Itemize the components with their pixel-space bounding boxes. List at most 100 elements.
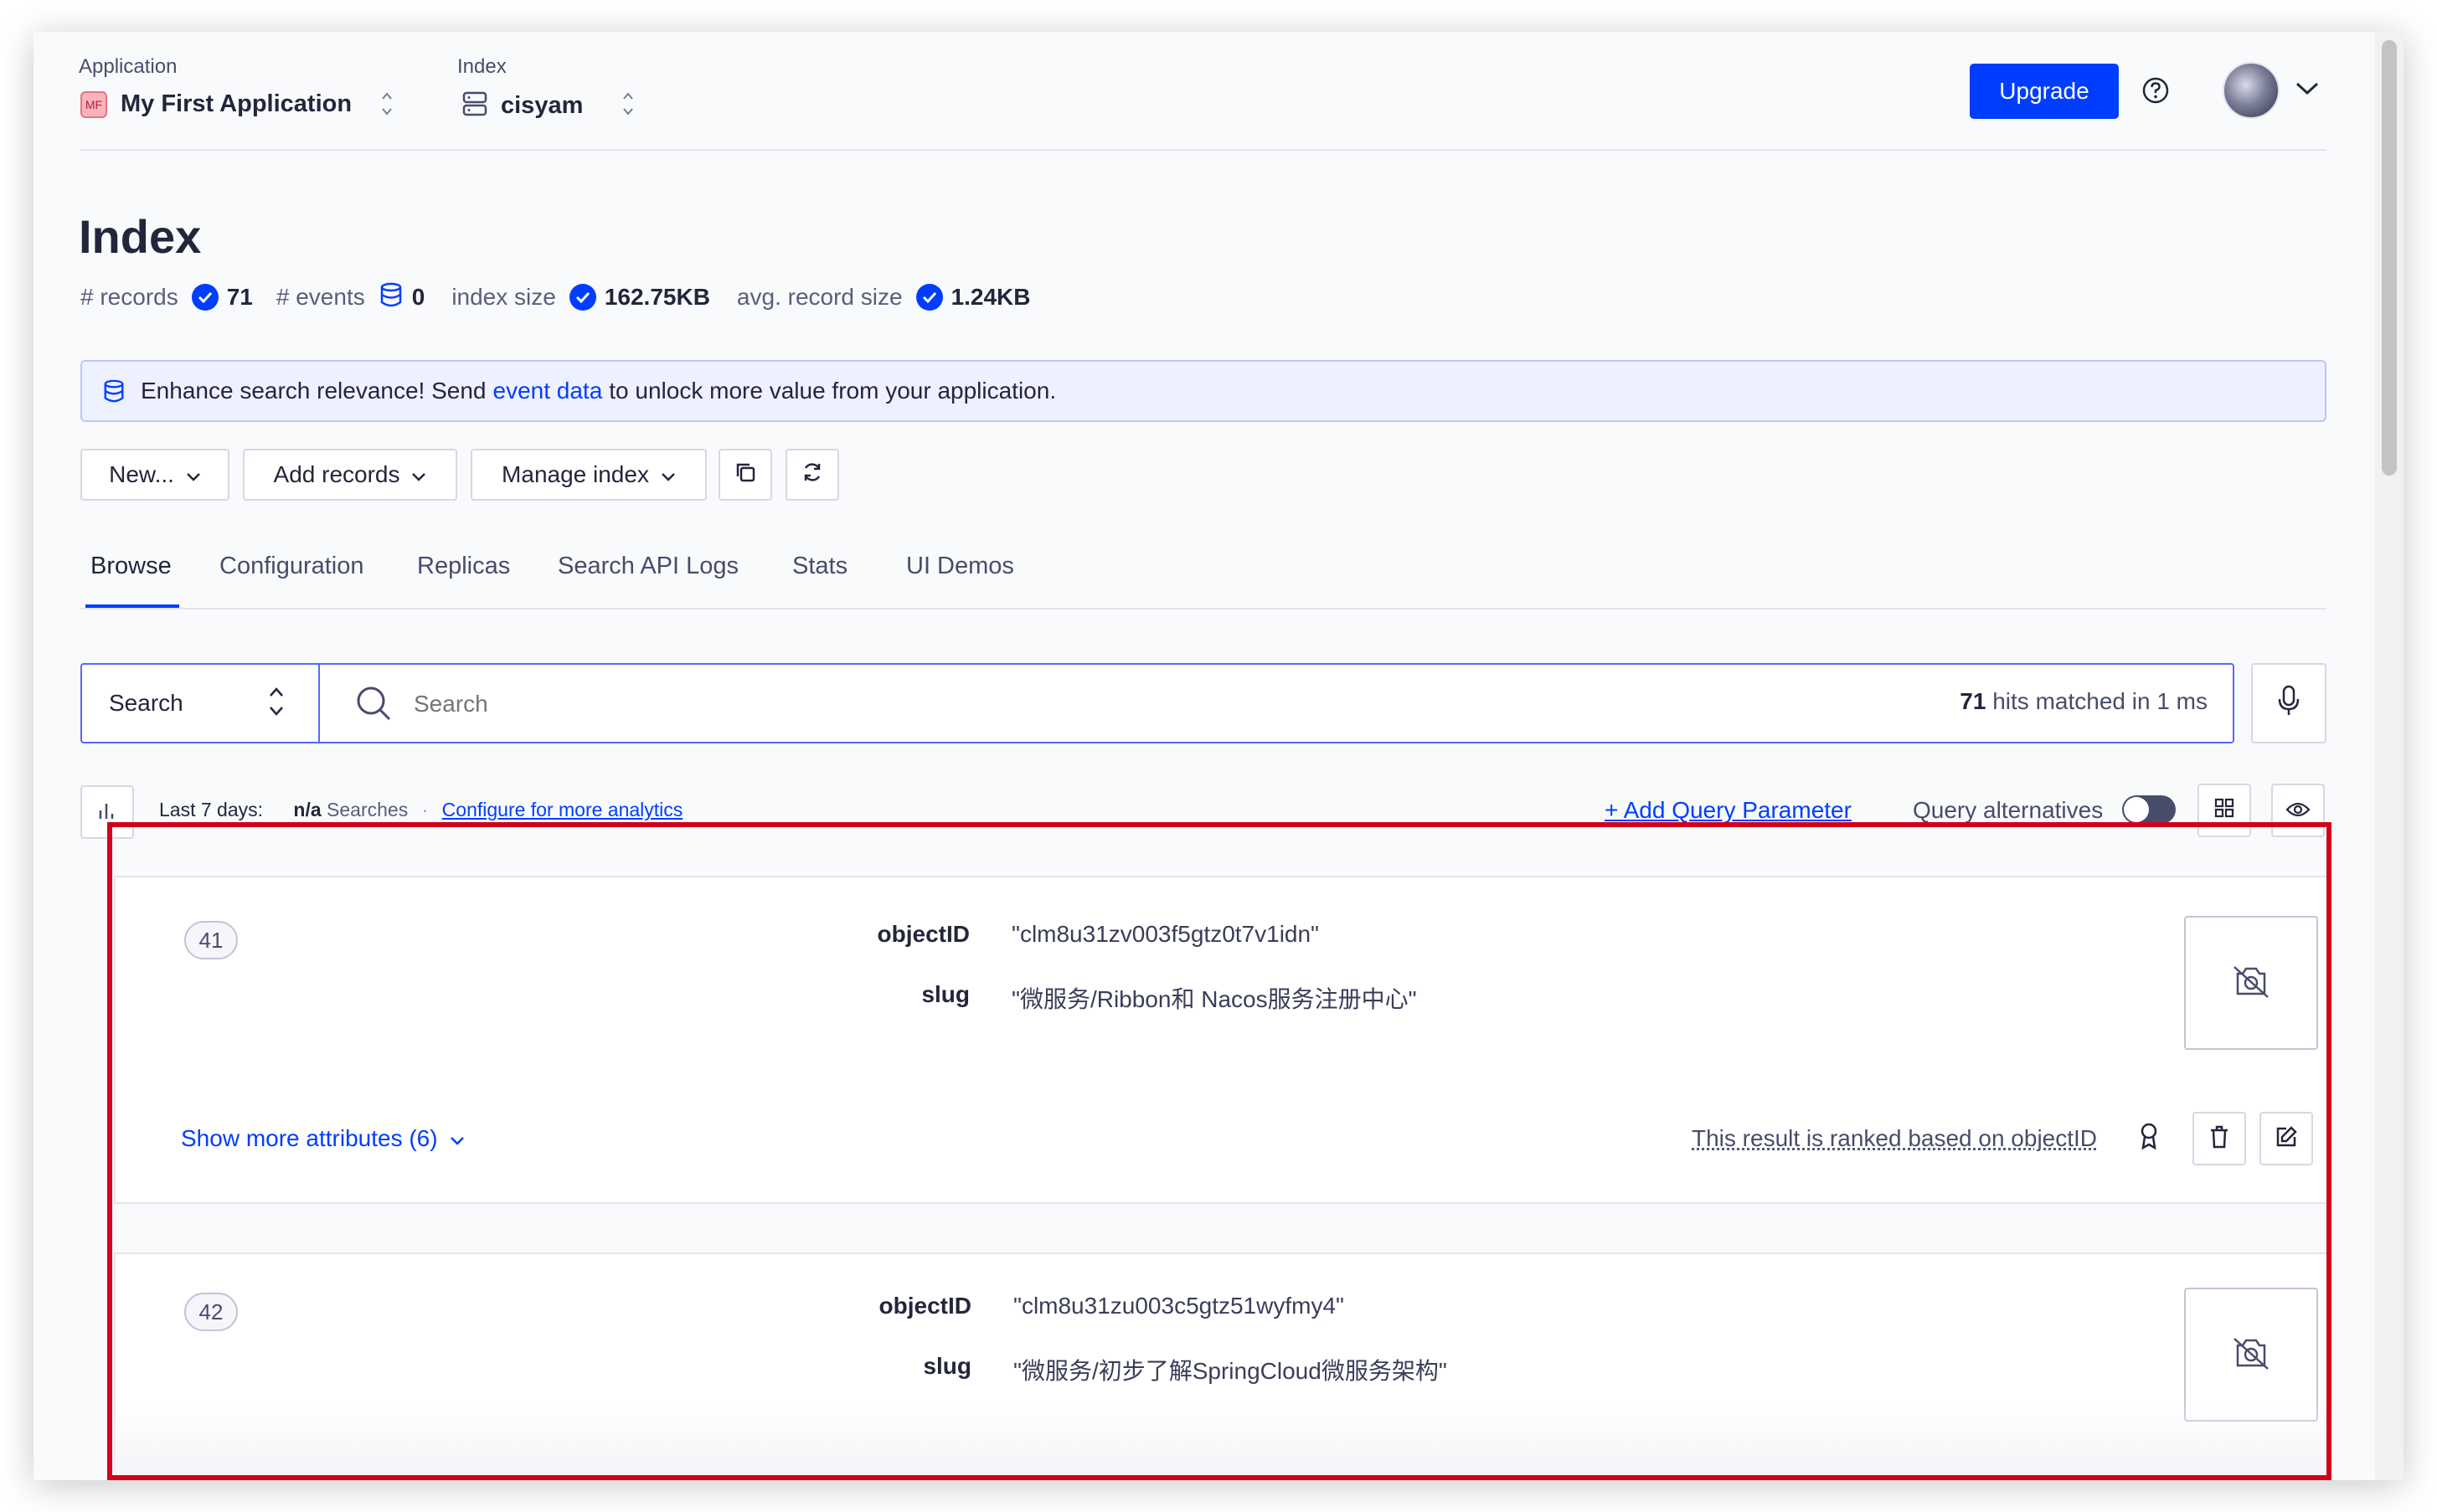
query-alternatives-toggle[interactable] [2122, 795, 2176, 824]
hits-summary: 71 hits matched in 1 ms [1960, 688, 2208, 715]
app-window: Application MF My First Application Inde… [33, 32, 2404, 1480]
application-name: My First Application [121, 90, 353, 117]
user-menu[interactable] [2223, 62, 2320, 119]
bar-chart-icon [96, 799, 118, 826]
no-image-icon [2231, 964, 2271, 1003]
check-circle-icon [191, 283, 219, 311]
attribute-value: "微服务/初步了解SpringCloud微服务架构" [1013, 1358, 1447, 1384]
events-label: # events [276, 283, 365, 310]
voice-search-button[interactable] [2251, 663, 2326, 743]
rank-badge: 41 [184, 921, 238, 959]
page-title: Index [79, 210, 202, 263]
chevron-down-icon [411, 461, 426, 488]
scrollbar[interactable] [2375, 32, 2404, 1480]
check-circle-icon [569, 283, 596, 311]
new-button[interactable]: New... [80, 449, 229, 501]
trash-icon [2208, 1124, 2230, 1154]
plus-icon: + [1605, 797, 1624, 823]
manage-index-label: Manage index [502, 461, 649, 487]
searches-label: Searches [327, 799, 409, 820]
copy-button[interactable] [719, 449, 772, 501]
add-query-parameter-link[interactable]: + Add Query Parameter [1605, 797, 1852, 824]
configure-analytics-link[interactable]: Configure for more analytics [442, 799, 683, 820]
scrollbar-thumb[interactable] [2382, 40, 2397, 476]
no-image-icon [2231, 1335, 2271, 1375]
banner-text-end: to unlock more value from your applicati… [609, 378, 1057, 404]
index-size-label: index size [451, 283, 556, 310]
eye-icon [2285, 797, 2311, 824]
help-icon[interactable] [2141, 75, 2171, 110]
chevron-down-icon [661, 461, 676, 488]
manage-index-button[interactable]: Manage index [471, 449, 707, 501]
search-mode-label: Search [109, 690, 183, 716]
tabs-divider [80, 608, 2326, 609]
attribute-value: "微服务/Ribbon和 Nacos服务注册中心" [1012, 986, 1417, 1012]
add-query-parameter-label: Add Query Parameter [1623, 797, 1852, 823]
delete-button[interactable] [2192, 1112, 2246, 1165]
refresh-icon [801, 460, 824, 490]
index-label: Index [457, 55, 507, 78]
tab-search-api-logs[interactable]: Search API Logs [558, 553, 739, 580]
chevron-updown-icon [621, 89, 635, 123]
chevron-updown-icon [267, 682, 286, 725]
database-icon [379, 281, 404, 312]
tab-ui-demos[interactable]: UI Demos [906, 553, 1014, 580]
records-value: 71 [226, 283, 253, 310]
add-records-button[interactable]: Add records [243, 449, 457, 501]
search-bar: Search 71 hits matched in 1 ms [80, 663, 2234, 743]
toggle-knob [2124, 797, 2149, 822]
application-selector[interactable]: MF My First Application [80, 89, 394, 120]
chevron-updown-icon [380, 89, 394, 120]
events-value: 0 [411, 283, 425, 310]
show-more-label: Show more attributes (6) [181, 1125, 438, 1151]
new-button-label: New... [109, 461, 174, 487]
tab-replicas[interactable]: Replicas [417, 553, 510, 580]
tab-configuration[interactable]: Configuration [219, 553, 364, 580]
edit-button[interactable] [2259, 1112, 2313, 1165]
attribute-key: slug [921, 981, 970, 1007]
grid-icon [2213, 797, 2235, 825]
tab-browse[interactable]: Browse [90, 553, 172, 580]
index-selector[interactable]: cisyam [462, 89, 635, 123]
visibility-button[interactable] [2271, 784, 2325, 837]
ranking-note[interactable]: This result is ranked based on objectID [1692, 1125, 2097, 1152]
grid-view-button[interactable] [2197, 784, 2251, 837]
attribute-value: "clm8u31zv003f5gtz0t7v1idn" [1012, 921, 1319, 947]
attribute-key: objectID [877, 921, 970, 947]
hits-count: 71 [1960, 688, 1986, 714]
analytics-period: Last 7 days: [159, 799, 264, 820]
app-avatar-icon: MF [80, 90, 107, 118]
award-icon [2139, 1122, 2159, 1155]
analytics-button[interactable] [80, 785, 134, 839]
refresh-button[interactable] [786, 449, 839, 501]
copy-icon [734, 460, 757, 490]
tab-stats[interactable]: Stats [792, 553, 848, 580]
check-circle-icon [915, 283, 943, 311]
query-alternatives-label: Query alternatives [1913, 797, 2104, 823]
search-mode-select[interactable]: Search [82, 665, 320, 742]
separator-dot: · [421, 799, 429, 820]
chevron-down-icon [450, 1125, 465, 1152]
index-stats: # records 71 # events 0 index size 162.7… [80, 281, 1031, 312]
rank-badge: 42 [184, 1293, 238, 1331]
search-input[interactable] [412, 683, 1588, 725]
database-icon [102, 378, 126, 404]
attribute-value: "clm8u31zu003c5gtz51wyfmy4" [1013, 1293, 1344, 1319]
avg-record-size-value: 1.24KB [951, 283, 1031, 310]
add-records-label: Add records [273, 461, 400, 487]
chevron-down-icon [186, 461, 201, 488]
edit-icon [2275, 1125, 2298, 1153]
event-data-link[interactable]: event data [493, 378, 603, 404]
chevron-down-icon [2295, 80, 2320, 101]
analytics-summary: Last 7 days: n/a Searches · Configure fo… [159, 799, 683, 821]
records-label: # records [80, 283, 178, 310]
hits-text: hits matched in 1 ms [1992, 688, 2208, 714]
show-more-attributes-link[interactable]: Show more attributes (6) [181, 1125, 465, 1152]
image-placeholder [2184, 916, 2318, 1050]
events-banner: Enhance search relevance! Send event dat… [80, 360, 2326, 422]
search-icon [355, 685, 392, 726]
header-divider [80, 149, 2326, 151]
index-name: cisyam [501, 92, 584, 119]
upgrade-button[interactable]: Upgrade [1970, 64, 2119, 119]
application-label: Application [79, 55, 178, 78]
